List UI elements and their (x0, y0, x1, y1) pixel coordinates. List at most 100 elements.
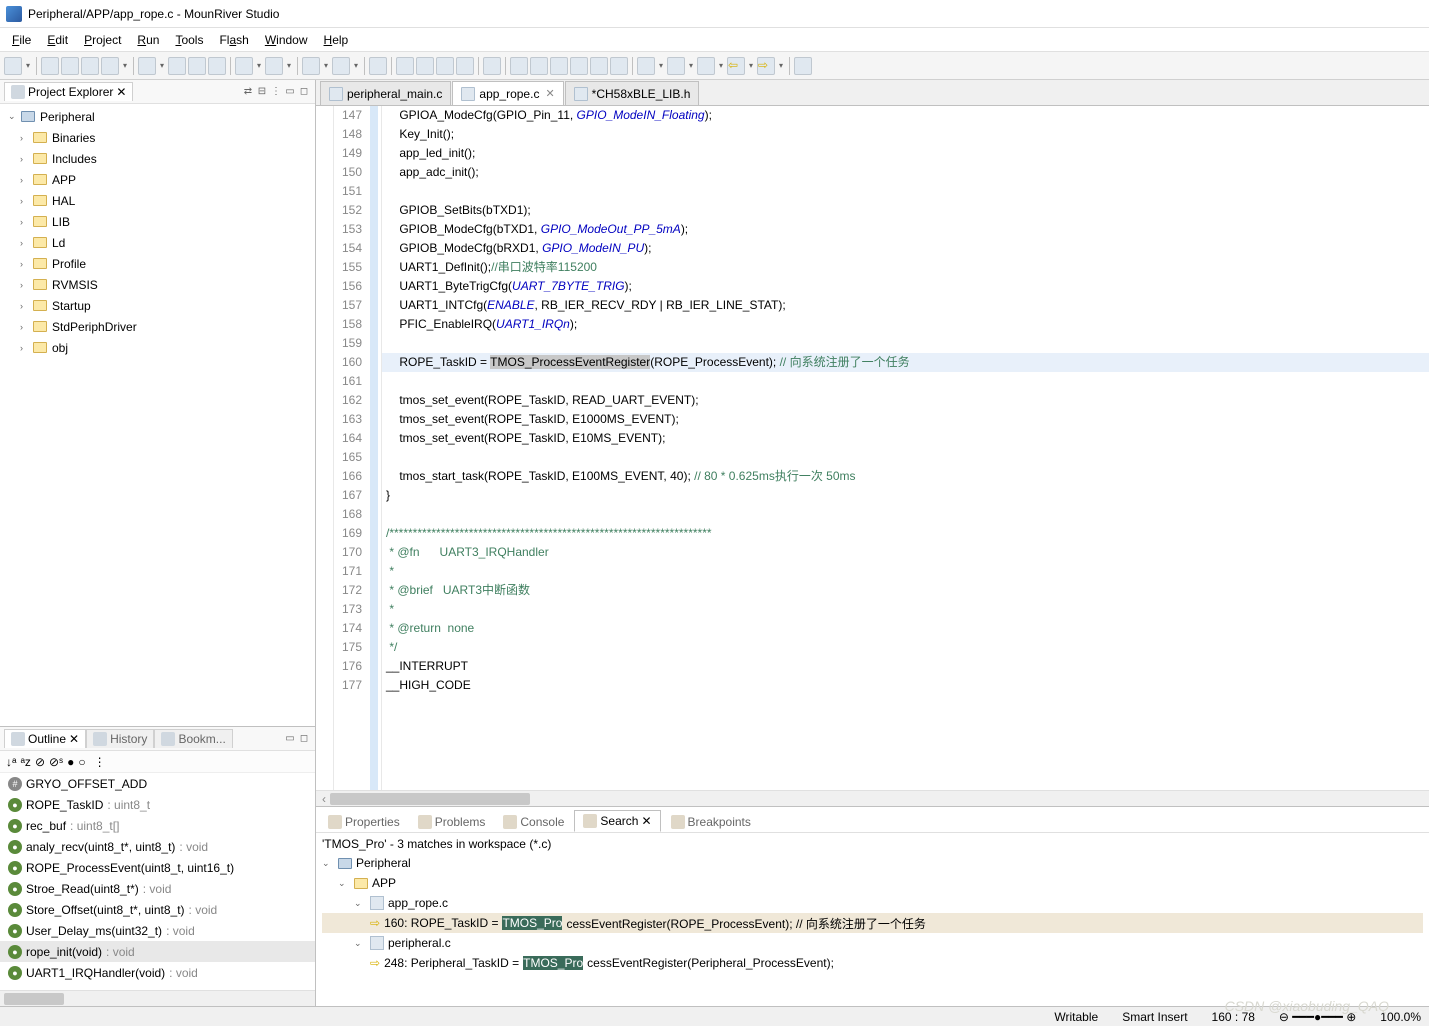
menu-file[interactable]: File (4, 31, 39, 49)
code-line[interactable]: GPIOA_ModeCfg(GPIO_Pin_11, GPIO_ModeIN_F… (382, 106, 1429, 125)
tree-item[interactable]: ›Startup (2, 295, 313, 316)
code-line[interactable]: Key_Init(); (382, 125, 1429, 144)
code-line[interactable]: * @return none (382, 619, 1429, 638)
code-line[interactable]: __HIGH_CODE (382, 676, 1429, 695)
search-folder[interactable]: ⌄APP (322, 873, 1423, 893)
bottom-tab-problems[interactable]: Problems (410, 812, 494, 832)
code-line[interactable] (382, 182, 1429, 201)
tool-clean[interactable] (188, 57, 206, 75)
minimize-icon[interactable]: ▭ (284, 86, 296, 98)
tool-stepout[interactable] (570, 57, 588, 75)
tool-pin[interactable] (794, 57, 812, 75)
tree-root[interactable]: ⌄ Peripheral (2, 106, 313, 127)
tree-item[interactable]: ›obj (2, 337, 313, 358)
tool-back[interactable]: ⇦ (727, 57, 745, 75)
editor-tab[interactable]: app_rope.c✕ (452, 81, 563, 105)
hide-icon[interactable]: ⊘ (35, 755, 45, 769)
code-line[interactable]: * (382, 562, 1429, 581)
menu-edit[interactable]: Edit (39, 31, 76, 49)
tool-persp[interactable] (697, 57, 715, 75)
code-editor[interactable]: 1471481491501511521531541551561571581591… (316, 106, 1429, 790)
tree-item[interactable]: ›Binaries (2, 127, 313, 148)
outline-item[interactable]: ●Store_Offset(uint8_t*, uint8_t) : void (0, 899, 315, 920)
maximize-icon[interactable]: ◻ (298, 733, 310, 745)
tool-tgt3[interactable] (436, 57, 454, 75)
tree-item[interactable]: ›RVMSIS (2, 274, 313, 295)
outline-tab[interactable]: Outline ✕ (4, 729, 86, 748)
tool-download[interactable] (138, 57, 156, 75)
tree-item[interactable]: ›APP (2, 169, 313, 190)
minimize-icon[interactable]: ▭ (284, 733, 296, 745)
tool-compile[interactable] (168, 57, 186, 75)
code-line[interactable]: * @brief UART3中断函数 (382, 581, 1429, 600)
code-line[interactable]: PFIC_EnableIRQ(UART1_IRQn); (382, 315, 1429, 334)
code-line[interactable]: GPIOB_ModeCfg(bRXD1, GPIO_ModeIN_PU); (382, 239, 1429, 258)
close-icon[interactable]: ✕ (545, 87, 554, 100)
outline-item[interactable]: ●Stroe_Read(uint8_t*) : void (0, 878, 315, 899)
code-line[interactable]: * (382, 600, 1429, 619)
tool-saveall[interactable] (61, 57, 79, 75)
menu-icon[interactable]: ⋮ (94, 755, 106, 769)
maximize-icon[interactable]: ◻ (298, 86, 310, 98)
tool-tgt4[interactable] (456, 57, 474, 75)
outline-item[interactable]: ●ROPE_TaskID : uint8_t (0, 794, 315, 815)
search-file[interactable]: ⌄peripheral.c (322, 933, 1423, 953)
tree-item[interactable]: ›HAL (2, 190, 313, 211)
tree-item[interactable]: ›StdPeriphDriver (2, 316, 313, 337)
tool-save[interactable] (41, 57, 59, 75)
search-file[interactable]: ⌄app_rope.c (322, 893, 1423, 913)
tool-link[interactable] (235, 57, 253, 75)
code-line[interactable]: /***************************************… (382, 524, 1429, 543)
code-line[interactable]: } (382, 486, 1429, 505)
tool-tgt2[interactable] (416, 57, 434, 75)
project-tree[interactable]: ⌄ Peripheral ›Binaries›Includes›APP›HAL›… (0, 104, 315, 726)
tool-terminal[interactable] (369, 57, 387, 75)
fold-gutter[interactable] (368, 106, 382, 790)
code-line[interactable]: */ (382, 638, 1429, 657)
outline-item[interactable]: ●UART1_IRQHandler(void) : void (0, 962, 315, 983)
tool-buildall[interactable] (101, 57, 119, 75)
bottom-tab-console[interactable]: Console (495, 812, 572, 832)
tool-run[interactable] (332, 57, 350, 75)
tool-restart[interactable] (610, 57, 628, 75)
editor-tab[interactable]: *CH58xBLE_LIB.h (565, 81, 700, 105)
tool-win[interactable] (667, 57, 685, 75)
code-line[interactable]: * @fn UART3_IRQHandler (382, 543, 1429, 562)
tree-item[interactable]: ›Profile (2, 253, 313, 274)
outline-item[interactable]: ●User_Delay_ms(uint32_t) : void (0, 920, 315, 941)
bottom-tab-breakpoints[interactable]: Breakpoints (663, 812, 759, 832)
code-line[interactable]: UART1_DefInit();//串口波特率115200 (382, 258, 1429, 277)
outline-item[interactable]: ●analy_recv(uint8_t*, uint8_t) : void (0, 836, 315, 857)
tool-refresh[interactable] (483, 57, 501, 75)
tool-resume[interactable] (510, 57, 528, 75)
code-line[interactable] (382, 448, 1429, 467)
code-line[interactable]: tmos_set_event(ROPE_TaskID, E1000MS_EVEN… (382, 410, 1429, 429)
code-line[interactable]: __INTERRUPT (382, 657, 1429, 676)
code-line[interactable]: ROPE_TaskID = TMOS_ProcessEventRegister(… (382, 353, 1429, 372)
search-results[interactable]: 'TMOS_Pro' - 3 matches in workspace (*.c… (316, 833, 1429, 1006)
tool-assemble[interactable] (208, 57, 226, 75)
menu-run[interactable]: Run (129, 31, 167, 49)
project-explorer-tab[interactable]: Project Explorer ✕ (4, 82, 133, 101)
search-match[interactable]: ⇨248: Peripheral_TaskID = TMOS_ProcessEv… (322, 953, 1423, 973)
tree-item[interactable]: ›LIB (2, 211, 313, 232)
bottom-tab-properties[interactable]: Properties (320, 812, 408, 832)
outline-item[interactable]: ●ROPE_ProcessEvent(uint8_t, uint16_t) (0, 857, 315, 878)
bookmarks-tab[interactable]: Bookm... (154, 729, 232, 748)
menubar[interactable]: File Edit Project Run Tools Flash Window… (0, 28, 1429, 52)
code-line[interactable]: GPIOB_SetBits(bTXD1); (382, 201, 1429, 220)
outline-item[interactable]: ●rope_init(void) : void (0, 941, 315, 962)
search-match[interactable]: ⇨160: ROPE_TaskID = TMOS_ProcessEventReg… (322, 913, 1423, 933)
outline-list[interactable]: #GRYO_OFFSET_ADD ●ROPE_TaskID : uint8_t ●… (0, 773, 315, 990)
menu-flash[interactable]: Flash (211, 31, 256, 49)
code-line[interactable] (382, 505, 1429, 524)
dot2-icon[interactable]: ○ (78, 755, 85, 769)
tool-stepinto[interactable] (530, 57, 548, 75)
code-line[interactable]: tmos_set_event(ROPE_TaskID, READ_UART_EV… (382, 391, 1429, 410)
tool-brk[interactable] (637, 57, 655, 75)
outline-item[interactable]: #GRYO_OFFSET_ADD (0, 773, 315, 794)
filter-icon[interactable]: ᵃz (20, 755, 30, 769)
bottom-tab-search[interactable]: Search ✕ (574, 810, 660, 832)
code-line[interactable]: tmos_set_event(ROPE_TaskID, E10MS_EVENT)… (382, 429, 1429, 448)
menu-project[interactable]: Project (76, 31, 129, 49)
